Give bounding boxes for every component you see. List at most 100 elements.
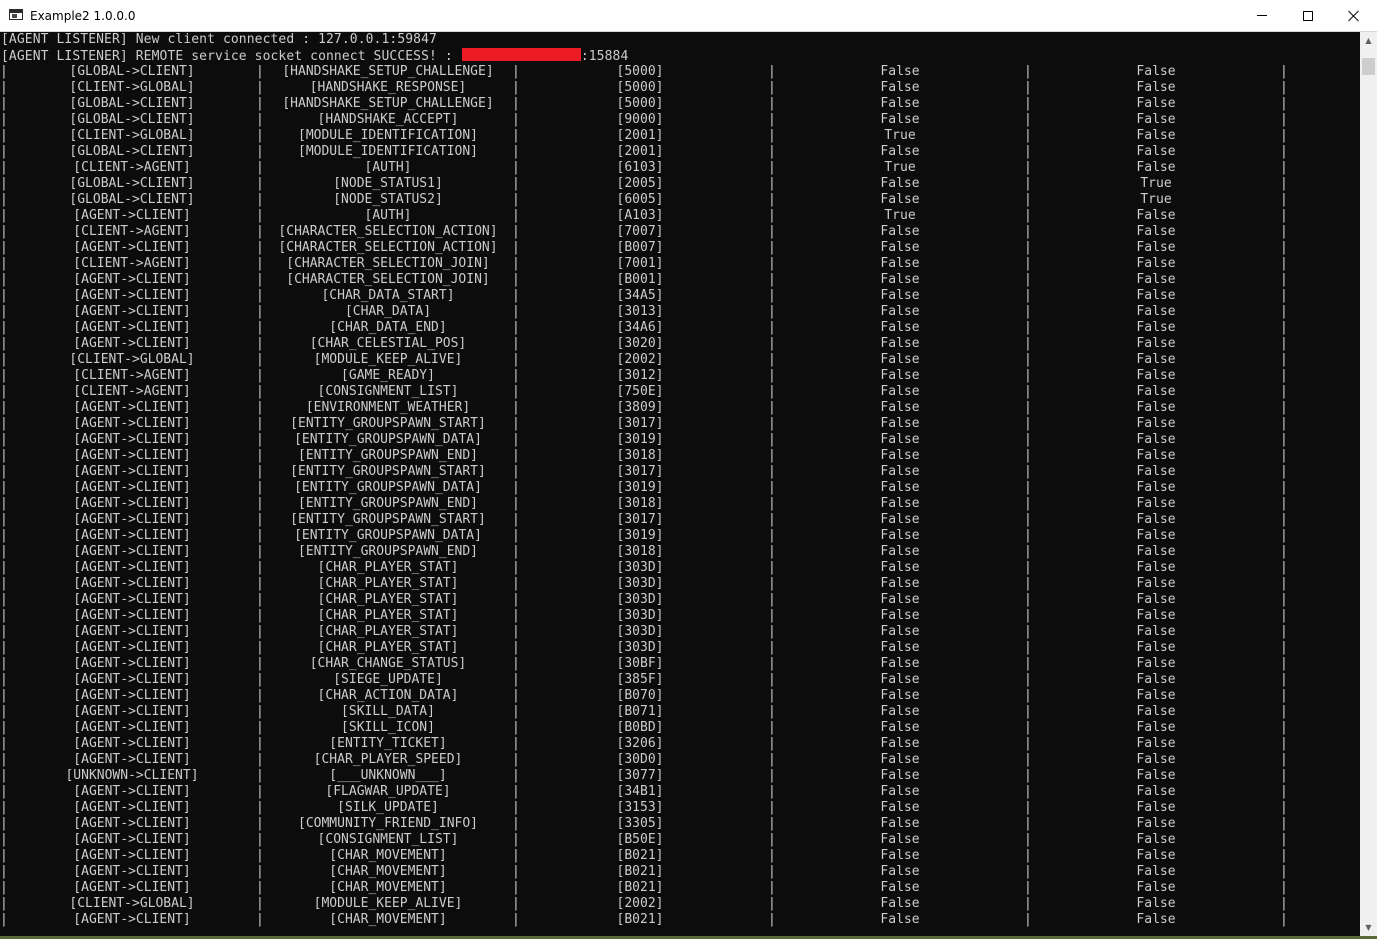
console-output[interactable]: [AGENT LISTENER] New client connected : … <box>0 32 1360 936</box>
minimize-icon <box>1257 15 1267 16</box>
column-separator: | <box>1280 144 1288 159</box>
column-separator: | <box>512 368 520 383</box>
cell-opcode-name: [CHAR_MOVEMENT] <box>329 864 447 879</box>
column-separator: | <box>1280 384 1288 399</box>
cell-direction: [AGENT->CLIENT] <box>73 800 191 815</box>
close-button[interactable] <box>1331 0 1377 31</box>
column-separator: | <box>256 816 264 831</box>
column-separator: | <box>1024 512 1032 527</box>
column-separator: | <box>1280 608 1288 623</box>
column-separator: | <box>0 912 8 927</box>
cell-opcode-name: [CHAR_PLAYER_STAT] <box>317 560 459 575</box>
column-separator: | <box>0 352 8 367</box>
cell-opcode-id: [3809] <box>616 400 664 415</box>
table-row: | | | | | | [AGENT->CLIENT] [SILK_UPDATE] [3153]… <box>0 800 1360 816</box>
cell-opcode-name: [MODULE_KEEP_ALIVE] <box>313 896 463 911</box>
title-bar[interactable]: Example2 1.0.0.0 <box>0 0 1377 32</box>
table-row: | | | | | | [CLIENT->GLOBAL] [MODULE_IDENTIFICA… <box>0 128 1360 144</box>
cell-opcode-id: [B001] <box>616 272 664 287</box>
cell-flag-b: False <box>1136 592 1176 607</box>
column-separator: | <box>256 256 264 271</box>
cell-direction: [AGENT->CLIENT] <box>73 608 191 623</box>
column-separator: | <box>1024 208 1032 223</box>
table-row: | | | | | | [AGENT->CLIENT] [CHARACTER_SELECTIO… <box>0 272 1360 288</box>
column-separator: | <box>512 608 520 623</box>
column-separator: | <box>1024 800 1032 815</box>
cell-opcode-name: [MODULE_IDENTIFICATION] <box>297 144 479 159</box>
cell-opcode-id: [A103] <box>616 208 664 223</box>
column-separator: | <box>768 608 776 623</box>
cell-opcode-name: [ENTITY_GROUPSPAWN_END] <box>297 448 479 463</box>
column-separator: | <box>1024 720 1032 735</box>
table-row: | | | | | | [CLIENT->GLOBAL] [MODULE_KEEP_ALIVE… <box>0 352 1360 368</box>
cell-flag-b: False <box>1136 800 1176 815</box>
column-separator: | <box>768 896 776 911</box>
column-separator: | <box>0 128 8 143</box>
column-separator: | <box>256 176 264 191</box>
column-separator: | <box>1280 64 1288 79</box>
column-separator: | <box>512 272 520 287</box>
column-separator: | <box>768 384 776 399</box>
scroll-up-arrow-icon[interactable]: ▲ <box>1360 32 1377 49</box>
table-row: | | | | | | [AGENT->CLIENT] [CHAR_ACTION_DATA] [… <box>0 688 1360 704</box>
cell-opcode-name: [CHAR_PLAYER_STAT] <box>317 576 459 591</box>
scroll-thumb[interactable] <box>1362 58 1375 75</box>
cell-opcode-id: [6103] <box>616 160 664 175</box>
column-separator: | <box>1280 640 1288 655</box>
column-separator: | <box>768 624 776 639</box>
cell-opcode-id: [3018] <box>616 496 664 511</box>
cell-opcode-id: [2002] <box>616 352 664 367</box>
table-row: | | | | | | [AGENT->CLIENT] [ENTITY_GROUPSPAWN_… <box>0 496 1360 512</box>
table-row: | | | | | | [CLIENT->AGENT] [CONSIGNMENT_LIST] [… <box>0 384 1360 400</box>
cell-opcode-name: [CONSIGNMENT_LIST] <box>317 384 459 399</box>
column-separator: | <box>512 304 520 319</box>
column-separator: | <box>256 640 264 655</box>
column-separator: | <box>512 848 520 863</box>
column-separator: | <box>768 688 776 703</box>
column-separator: | <box>1024 592 1032 607</box>
column-separator: | <box>0 592 8 607</box>
column-separator: | <box>1280 880 1288 895</box>
cell-direction: [UNKNOWN->CLIENT] <box>65 768 199 783</box>
column-separator: | <box>768 272 776 287</box>
table-row: | | | | | | [CLIENT->AGENT] [CHARACTER_SELECTIO… <box>0 224 1360 240</box>
column-separator: | <box>1024 240 1032 255</box>
column-separator: | <box>256 304 264 319</box>
maximize-button[interactable] <box>1285 0 1331 31</box>
cell-flag-b: False <box>1136 288 1176 303</box>
table-row: | | | | | | [AGENT->CLIENT] [CHAR_MOVEMENT] [B02… <box>0 848 1360 864</box>
cell-flag-b: False <box>1136 128 1176 143</box>
cell-flag-b: False <box>1136 96 1176 111</box>
table-row: | | | | | | [AGENT->CLIENT] [ENTITY_GROUPSPAWN_… <box>0 464 1360 480</box>
table-row: | | | | | | [GLOBAL->CLIENT] [HANDSHAKE_SETUP_C… <box>0 64 1360 80</box>
scroll-down-arrow-icon[interactable]: ▼ <box>1360 919 1377 936</box>
column-separator: | <box>768 768 776 783</box>
cell-opcode-id: [7007] <box>616 224 664 239</box>
cell-opcode-id: [5000] <box>616 64 664 79</box>
cell-opcode-name: [ENTITY_GROUPSPAWN_START] <box>290 464 486 479</box>
column-separator: | <box>0 544 8 559</box>
minimize-button[interactable] <box>1239 0 1285 31</box>
cell-flag-a: False <box>880 656 920 671</box>
cell-opcode-id: [B007] <box>616 240 664 255</box>
vertical-scrollbar[interactable]: ▲ ▼ <box>1360 32 1377 936</box>
column-separator: | <box>0 416 8 431</box>
cell-flag-b: False <box>1136 416 1176 431</box>
table-row: | | | | | | [AGENT->CLIENT] [CHAR_MOVEMENT] [B02… <box>0 864 1360 880</box>
cell-opcode-name: [CHAR_PLAYER_SPEED] <box>313 752 463 767</box>
column-separator: | <box>0 160 8 175</box>
cell-flag-b: False <box>1136 832 1176 847</box>
cell-flag-b: True <box>1140 192 1172 207</box>
table-row: | | | | | | [AGENT->CLIENT] [CONSIGNMENT_LIST] [… <box>0 832 1360 848</box>
column-separator: | <box>512 512 520 527</box>
cell-flag-b: False <box>1136 224 1176 239</box>
column-separator: | <box>1280 96 1288 111</box>
column-separator: | <box>0 304 8 319</box>
column-separator: | <box>512 432 520 447</box>
column-separator: | <box>1024 416 1032 431</box>
column-separator: | <box>0 640 8 655</box>
close-icon <box>1348 10 1360 22</box>
column-separator: | <box>512 256 520 271</box>
column-separator: | <box>1280 784 1288 799</box>
log-line-remote-connect: [AGENT LISTENER] REMOTE service socket c… <box>1 48 628 65</box>
